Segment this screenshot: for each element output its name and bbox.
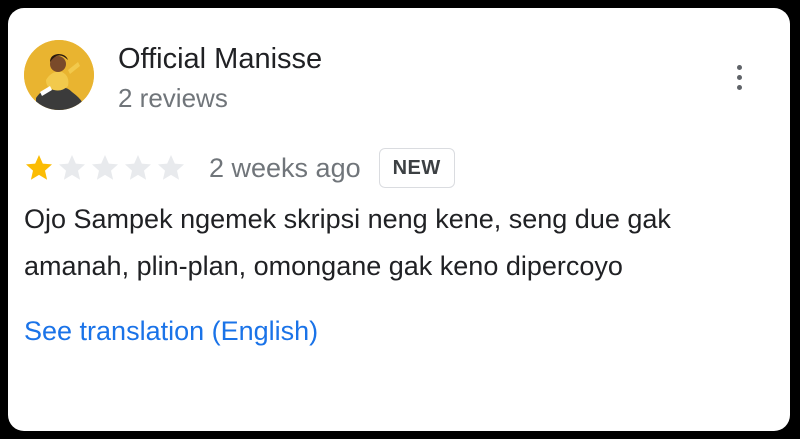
review-time: 2 weeks ago — [209, 153, 361, 183]
review-text-line: amanah, plin-plan, omongane gak keno dip… — [24, 251, 623, 281]
star-empty-icon — [156, 153, 186, 183]
more-vert-icon — [737, 65, 742, 70]
star-rating — [24, 153, 189, 183]
rating-row: 2 weeks ago NEW — [24, 148, 455, 188]
avatar[interactable] — [24, 40, 94, 110]
review-text: Ojo Sampek ngemek skripsi neng kene, sen… — [24, 196, 744, 290]
author-name[interactable]: Official Manisse — [118, 42, 322, 76]
more-options-button[interactable] — [724, 60, 756, 96]
author-review-count: 2 reviews — [118, 83, 228, 113]
star-empty-icon — [57, 153, 87, 183]
star-empty-icon — [123, 153, 153, 183]
see-translation-link[interactable]: See translation (English) — [24, 314, 318, 348]
review-text-line: Ojo Sampek ngemek skripsi neng kene, sen… — [24, 204, 671, 234]
star-filled-icon — [24, 153, 54, 183]
star-empty-icon — [90, 153, 120, 183]
new-badge: NEW — [378, 148, 455, 188]
review-card: Official Manisse 2 reviews 2 weeks ago N… — [8, 8, 790, 431]
